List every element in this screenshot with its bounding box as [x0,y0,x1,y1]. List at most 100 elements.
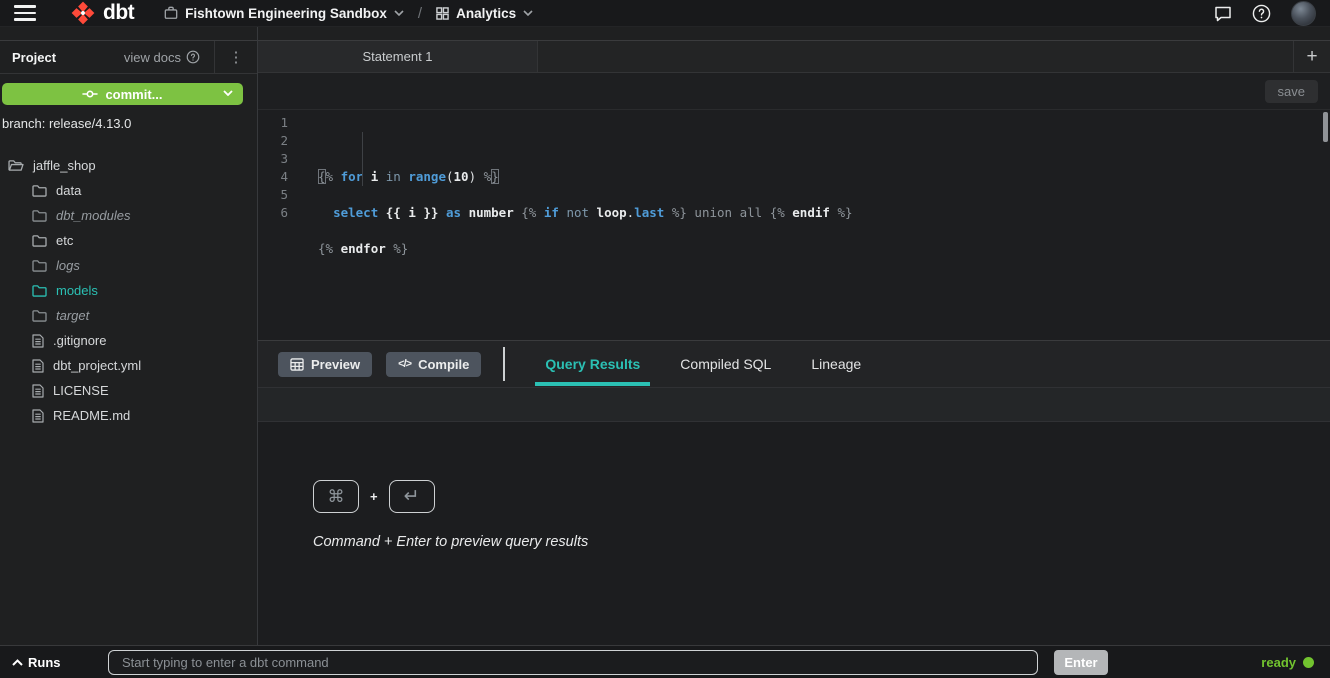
code-content: {% for i in range(10) %} select {{ i }} … [302,110,1330,340]
shortcut-keys: ⌘ + ↵ [313,480,588,513]
tab-title: Statement 1 [362,49,432,64]
code-line [318,186,1330,204]
command-bar: Runs Enter ready [0,645,1330,678]
editor-scrollbar[interactable] [1323,112,1328,142]
tree-item-label: dbt_project.yml [53,358,141,373]
folder-icon [32,309,47,322]
tree-item-dbt-modules[interactable]: dbt_modules [0,203,257,228]
status-dot [1303,657,1314,668]
tree-item-target[interactable]: target [0,303,257,328]
save-button[interactable]: save [1265,80,1318,103]
tree-item-label: LICENSE [53,383,109,398]
code-icon: </> [398,358,411,370]
results-header-divider [503,347,505,381]
preview-button[interactable]: Preview [278,352,372,377]
top-navigation-bar: dbt Fishtown Engineering Sandbox / [0,0,1330,27]
tree-item-jaffle-shop[interactable]: jaffle_shop [0,153,257,178]
tree-item-label: dbt_modules [56,208,130,223]
project-selector[interactable]: Fishtown Engineering Sandbox [164,6,404,21]
tabbar-spacer [538,41,1293,72]
dbt-ide-window: dbt Fishtown Engineering Sandbox / [0,0,1330,678]
editor-tabbar: Statement 1 + [258,41,1330,73]
project-name: Fishtown Engineering Sandbox [185,6,387,21]
results-tabs: Query Results Compiled SQL Lineage [545,341,861,387]
folder-icon [32,234,47,247]
code-editor[interactable]: 123456 {% for i in range(10) %} select {… [258,110,1330,341]
code-line [318,222,1330,240]
git-commit-icon [82,89,98,99]
tree-item--gitignore[interactable]: .gitignore [0,328,257,353]
chevron-down-icon [394,10,404,16]
tab-query-results[interactable]: Query Results [545,341,640,387]
line-number: 3 [258,150,288,168]
code-line: {% for i in range(10) %} [318,168,1330,186]
dbt-logo: dbt [70,0,134,26]
compile-button[interactable]: </> Compile [386,352,481,377]
breadcrumb-separator: / [418,5,422,22]
sidebar-header: Project view docs ⋮ [0,41,257,74]
tree-item-label: etc [56,233,73,248]
enter-button[interactable]: Enter [1054,650,1108,675]
tab-statement-1[interactable]: Statement 1 [258,41,538,72]
line-number: 1 [258,114,288,132]
tree-item-label: .gitignore [53,333,106,348]
plus-separator: + [370,489,378,504]
results-subheader [258,388,1330,422]
file-icon [32,384,44,398]
commit-row: commit... [0,74,257,105]
environment-selector[interactable]: Analytics [436,6,533,21]
folder-icon [32,259,47,272]
folder-icon [32,284,47,297]
editor-toolbar: save [258,73,1330,110]
line-number: 2 [258,132,288,150]
status-indicator: ready [1261,655,1314,670]
tree-item-data[interactable]: data [0,178,257,203]
grid-icon [436,7,449,20]
kebab-menu-icon[interactable]: ⋮ [215,48,257,66]
view-docs-label: view docs [124,50,181,65]
tree-item-license[interactable]: LICENSE [0,378,257,403]
tree-item-label: logs [56,258,80,273]
preview-button-label: Preview [311,357,360,372]
user-avatar[interactable] [1291,1,1316,26]
results-panel: Preview </> Compile Query Results Compile… [258,341,1330,645]
tree-item-label: jaffle_shop [33,158,96,173]
code-line: {% endfor %} [318,240,1330,258]
dbt-command-input[interactable] [108,650,1038,675]
indent-guide [362,132,363,186]
runs-label: Runs [28,655,61,670]
results-body: ⌘ + ↵ Command + Enter to preview query r… [258,422,1330,645]
chat-icon[interactable] [1214,5,1232,22]
tree-item-models[interactable]: models [0,278,257,303]
line-number-gutter: 123456 [258,110,302,340]
folder-icon [32,184,47,197]
table-icon [290,358,304,371]
line-number: 6 [258,204,288,222]
new-tab-button[interactable]: + [1293,41,1330,72]
help-icon[interactable] [1252,4,1271,23]
tab-lineage[interactable]: Lineage [811,341,861,387]
shortcut-hint: Command + Enter to preview query results [313,534,588,550]
status-label: ready [1261,655,1296,670]
code-line [318,258,1330,276]
dbt-logo-icon [70,0,96,26]
sidebar-top-spacer [0,27,257,41]
tree-item-label: target [56,308,89,323]
tree-item-dbt-project-yml[interactable]: dbt_project.yml [0,353,257,378]
hamburger-menu-icon[interactable] [14,5,36,21]
environment-name: Analytics [456,6,516,21]
workspace: Project view docs ⋮ [0,27,1330,645]
tree-item-readme-md[interactable]: README.md [0,403,257,428]
tree-item-label: data [56,183,81,198]
tree-item-logs[interactable]: logs [0,253,257,278]
branch-label: branch: release/4.13.0 [2,116,257,131]
sidebar-title: Project [12,50,56,65]
commit-button[interactable]: commit... [2,83,243,105]
file-icon [32,409,44,423]
runs-toggle[interactable]: Runs [12,655,108,670]
tree-item-etc[interactable]: etc [0,228,257,253]
tab-compiled-sql[interactable]: Compiled SQL [680,341,771,387]
file-tree: jaffle_shopdata dbt_modulesetc logs models t… [0,153,257,428]
enter-key-icon: ↵ [389,480,435,513]
view-docs-link[interactable]: view docs [124,50,200,65]
